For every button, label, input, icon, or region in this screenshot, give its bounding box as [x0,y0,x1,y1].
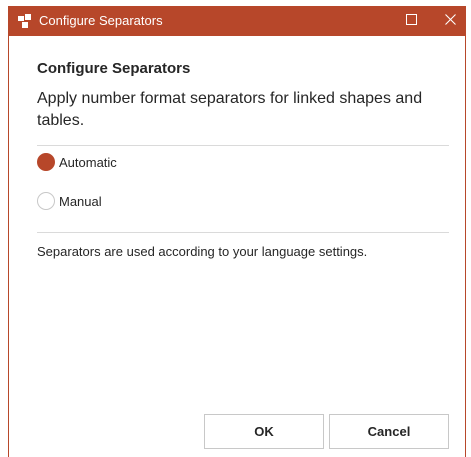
radio-checked-icon[interactable] [37,153,55,171]
radio-manual-label[interactable]: Manual [59,194,102,209]
divider [37,232,449,233]
maximize-icon [405,12,417,30]
ok-button[interactable]: OK [204,414,324,449]
radio-manual[interactable]: Manual [37,191,102,211]
close-icon [444,12,456,30]
radio-unchecked-icon[interactable] [37,192,55,210]
info-text: Separators are used according to your la… [37,244,368,259]
configure-separators-dialog: Configure Separators Configure Separator… [8,6,466,457]
title-bar[interactable]: Configure Separators [9,6,465,36]
radio-automatic[interactable]: Automatic [37,152,117,172]
section-heading: Configure Separators [37,60,191,77]
divider [37,145,449,146]
maximize-button[interactable] [396,6,426,36]
radio-automatic-label[interactable]: Automatic [59,155,117,170]
close-button[interactable] [435,6,465,36]
cancel-button[interactable]: Cancel [329,414,449,449]
window-title: Configure Separators [39,13,163,28]
description-text: Apply number format separators for linke… [37,90,423,129]
app-icon [18,14,32,28]
